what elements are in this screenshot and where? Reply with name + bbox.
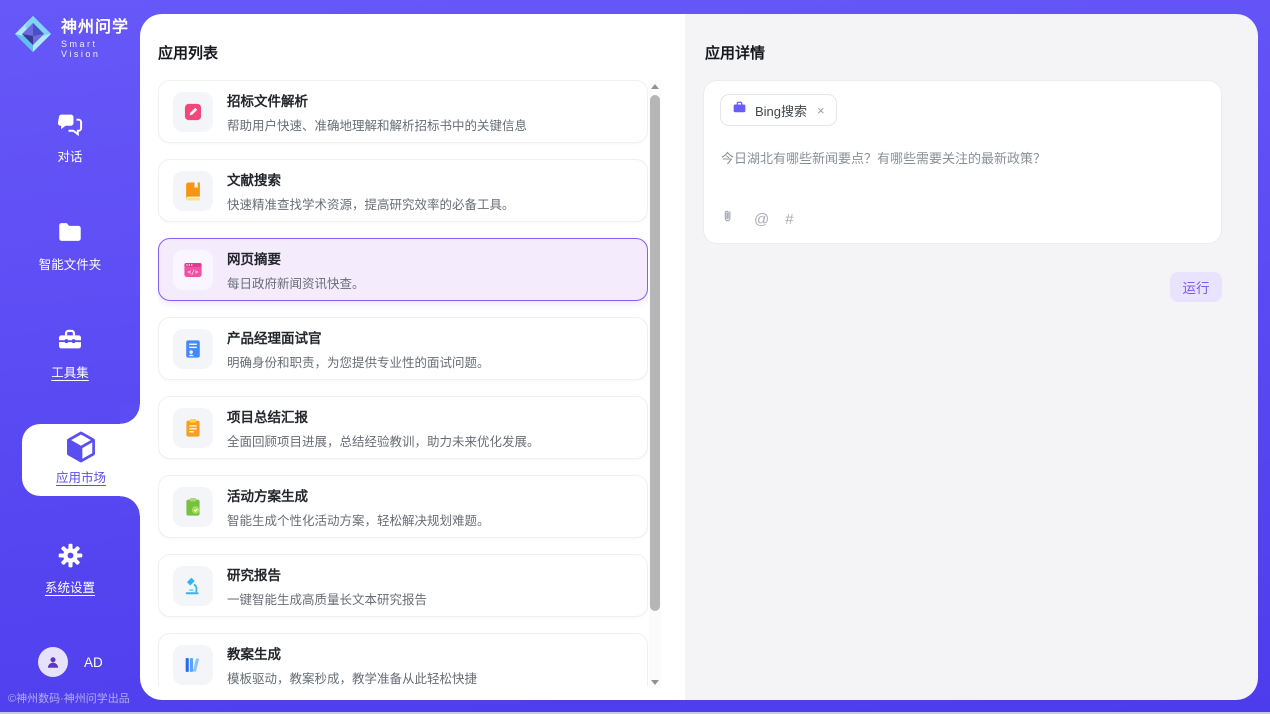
app-card-pm-interviewer[interactable]: 产品经理面试官 明确身份和职责，为您提供专业性的面试问题。 (158, 317, 648, 380)
sidebar-item-settings[interactable]: 系统设置 (0, 542, 140, 596)
scrollbar-down-arrow[interactable] (649, 676, 661, 688)
app-card-title: 研究报告 (227, 564, 427, 584)
books-icon (173, 645, 213, 685)
app-card-title: 文献搜索 (227, 169, 515, 189)
web-summary-icon: </> (173, 250, 213, 290)
app-card-web-summary-selected[interactable]: </> 网页摘要 每日政府新闻资讯快查。 (158, 238, 648, 301)
app-card-title: 活动方案生成 (227, 485, 490, 505)
app-card-project-summary[interactable]: 项目总结汇报 全面回顾项目进展，总结经验教训，助力未来优化发展。 (158, 396, 648, 459)
person-icon (44, 653, 62, 671)
briefcase-icon (732, 100, 747, 120)
app-card-research-report[interactable]: 研究报告 一键智能生成高质量长文本研究报告 (158, 554, 648, 617)
active-bubble-curve-top (120, 404, 140, 424)
scrollbar-thumb[interactable] (650, 95, 660, 611)
avatar[interactable] (38, 647, 68, 677)
run-button[interactable]: 运行 (1170, 272, 1222, 302)
brand-tagline: Smart Vision (61, 39, 140, 59)
sidebar: 神州问学 Smart Vision 对话 智能文件夹 (0, 0, 140, 714)
interviewer-doc-icon (173, 329, 213, 369)
app-detail-title: 应用详情 (705, 42, 765, 63)
book-icon (173, 171, 213, 211)
svg-text:</>: </> (188, 268, 199, 275)
tool-tag-bing-search[interactable]: Bing搜索 × (720, 94, 837, 126)
clipboard-check-icon (173, 487, 213, 527)
sidebar-item-smart-folder[interactable]: 智能文件夹 (0, 218, 140, 273)
app-card-desc: 模板驱动，教案秒成，教学准备从此轻松快捷 (227, 668, 477, 687)
app-input-card: Bing搜索 × 今日湖北有哪些新闻要点？有哪些需要关注的最新政策？ @ # (703, 80, 1222, 244)
folder-icon (0, 218, 140, 246)
tool-tag-label: Bing搜索 (755, 101, 807, 120)
cube-icon (22, 429, 140, 465)
sidebar-item-label: 系统设置 (0, 577, 140, 596)
sidebar-item-app-market-active[interactable]: 应用市场 (22, 424, 140, 496)
microscope-icon (173, 566, 213, 606)
toolbox-icon (0, 326, 140, 354)
copyright-text: ©神州数码·神州问学出品 (8, 690, 130, 706)
app-list-scroll-area: 招标文件解析 帮助用户快速、准确地理解和解析招标书中的关键信息 文献搜索 快速精… (158, 80, 648, 686)
app-list-panel: 应用列表 招标文件解析 帮助用户快速、准确地理解和解析招标书中的关键信息 (140, 14, 685, 700)
app-card-lesson-plan[interactable]: 教案生成 模板驱动，教案秒成，教学准备从此轻松快捷 (158, 633, 648, 686)
app-list-scrollbar[interactable] (649, 80, 661, 688)
app-card-bid-parse[interactable]: 招标文件解析 帮助用户快速、准确地理解和解析招标书中的关键信息 (158, 80, 648, 143)
app-detail-panel: 应用详情 Bing搜索 × 今日湖北有哪些新闻要点？有哪些需要关注的最新政策？ (685, 14, 1258, 700)
gear-icon (0, 542, 140, 569)
app-card-title: 产品经理面试官 (227, 327, 490, 347)
app-card-title: 项目总结汇报 (227, 406, 540, 426)
app-card-title: 教案生成 (227, 643, 477, 663)
sidebar-item-label: 智能文件夹 (0, 254, 140, 273)
sidebar-item-label: 对话 (0, 146, 140, 165)
brand-logo: 神州问学 Smart Vision (13, 13, 140, 59)
brand-diamond-icon (13, 14, 53, 59)
chat-icon (0, 110, 140, 138)
user-initials: AD (84, 655, 103, 670)
app-card-desc: 快速精准查找学术资源，提高研究效率的必备工具。 (227, 194, 515, 213)
tag-close-icon[interactable]: × (817, 104, 825, 117)
hashtag-icon[interactable]: # (785, 212, 793, 227)
attachment-toolbar: @ # (721, 208, 794, 230)
app-card-desc: 智能生成个性化活动方案，轻松解决规划难题。 (227, 510, 490, 529)
app-card-activity-plan[interactable]: 活动方案生成 智能生成个性化活动方案，轻松解决规划难题。 (158, 475, 648, 538)
bid-parse-icon (173, 92, 213, 132)
app-card-title: 招标文件解析 (227, 90, 527, 110)
app-card-desc: 一键智能生成高质量长文本研究报告 (227, 589, 427, 608)
main-content: 应用列表 招标文件解析 帮助用户快速、准确地理解和解析招标书中的关键信息 (140, 14, 1258, 700)
sidebar-item-chat[interactable]: 对话 (0, 110, 140, 165)
active-bubble-curve-bottom (120, 496, 140, 516)
scrollbar-up-arrow[interactable] (649, 80, 661, 92)
app-card-desc: 帮助用户快速、准确地理解和解析招标书中的关键信息 (227, 115, 527, 134)
app-list-title: 应用列表 (158, 42, 218, 63)
sidebar-item-label: 应用市场 (22, 467, 140, 486)
question-input[interactable]: 今日湖北有哪些新闻要点？有哪些需要关注的最新政策？ (721, 149, 1201, 169)
paperclip-icon[interactable] (721, 208, 738, 230)
app-card-desc: 每日政府新闻资讯快查。 (227, 273, 365, 292)
app-card-desc: 明确身份和职责，为您提供专业性的面试问题。 (227, 352, 490, 371)
mention-icon[interactable]: @ (754, 212, 769, 227)
sidebar-item-label: 工具集 (0, 362, 140, 381)
app-card-literature-search[interactable]: 文献搜索 快速精准查找学术资源，提高研究效率的必备工具。 (158, 159, 648, 222)
app-card-title: 网页摘要 (227, 248, 365, 268)
user-account[interactable]: AD (38, 647, 103, 677)
brand-name: 神州问学 (61, 13, 140, 37)
sidebar-item-toolset[interactable]: 工具集 (0, 326, 140, 381)
clipboard-icon (173, 408, 213, 448)
app-card-desc: 全面回顾项目进展，总结经验教训，助力未来优化发展。 (227, 431, 540, 450)
